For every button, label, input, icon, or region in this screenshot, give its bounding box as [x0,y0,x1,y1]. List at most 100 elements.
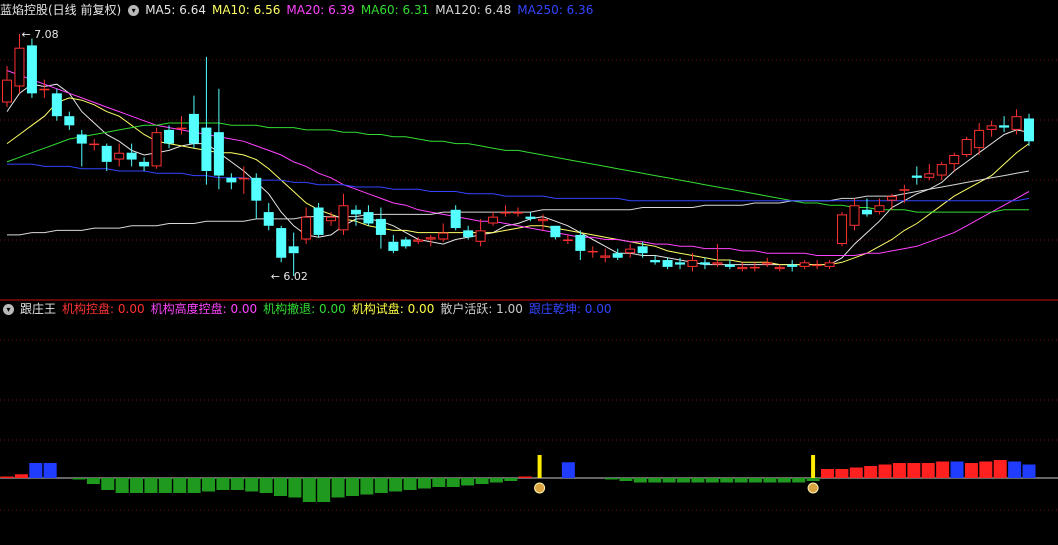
candle [924,164,935,181]
indicator-bar [777,478,791,483]
chevron-down-icon[interactable]: ▾ [128,4,140,16]
candle-body [14,47,25,87]
candle-body [326,216,337,222]
candle [39,79,50,98]
candle-body [587,250,598,253]
candlesticks [2,33,1034,277]
legend-item: MA250: 6.36 [517,3,594,17]
candle-body [425,237,436,240]
candle [612,248,623,261]
candle-body [537,218,548,222]
indicator-bar [878,464,892,478]
candle-body [799,262,810,267]
candle-body [849,205,860,226]
signal-markers [534,455,819,494]
candle [712,244,723,267]
candle [737,262,748,272]
chevron-down-icon[interactable]: ▾ [3,303,14,315]
candle [986,120,997,137]
main-header: 蓝焰控股(日线 前复权) ▾ MA5: 6.64 MA10: 6.56 MA20: … [0,1,605,19]
candle [824,260,835,270]
indicator-bar [1022,464,1036,478]
candle-body [276,228,287,258]
candle-body [637,246,648,254]
candle [425,234,436,247]
indicator-bar [648,478,662,483]
candle-body [139,161,150,167]
candle-body [188,113,199,144]
candle-body [949,155,960,165]
candle [562,234,573,245]
indicator-bar [619,478,633,481]
candle [662,257,673,270]
candle-body [438,232,449,240]
candle [774,264,785,272]
indicator-bar [691,478,705,483]
candle [488,212,499,226]
indicator-bar [288,478,302,498]
candle-body [226,177,237,183]
candle [76,129,87,167]
candle-body [76,134,87,144]
candle-body [575,234,586,251]
candle-body [64,116,75,126]
main-title: 蓝焰控股(日线 前复权) [0,3,122,17]
candle [936,161,947,181]
candle-body [288,246,299,254]
indicator-bar [835,469,849,478]
indicator-bar [331,478,345,498]
coin-icon [534,482,546,494]
candle-body [986,125,997,130]
candle [301,207,312,245]
candle-body [600,255,611,258]
candle [101,143,112,171]
candle-body [488,216,499,224]
indicator-bar [43,463,57,478]
indicator-bar [403,478,417,490]
indicator-bar [864,466,878,478]
candle-body [164,129,175,144]
candle [263,202,274,231]
candle [64,111,75,130]
indicator-bar [202,478,216,492]
candle [326,212,337,226]
candle [837,212,848,247]
candle-body [924,173,935,178]
candle-body [936,164,947,176]
candle-body [101,145,112,162]
ma-line-ma250 [7,163,1030,202]
candle [699,257,710,270]
candle-body [475,230,486,242]
candle [550,225,561,240]
candle-body [176,127,187,130]
candle [749,262,760,272]
indicator-bar [705,478,719,483]
legend-item: MA10: 6.56 [211,3,281,17]
candle-body [89,143,100,146]
legend-item: 散户活跃: 1.00 [440,302,523,316]
indicator-legend: 机构控盘: 0.00 机构高度控盘: 0.00 机构撤退: 0.00 机构试盘: 0.… [62,300,617,318]
indicator-bar [14,474,28,478]
legend-item: 机构撤退: 0.00 [263,302,346,316]
candle-body [625,248,636,254]
candle-body [675,262,686,265]
candle [911,166,922,185]
indicator-bar [518,476,532,478]
indicator-bar [993,460,1007,478]
candle-body [974,129,985,149]
candle-body [500,212,511,214]
indicator-bar [0,476,14,478]
candle [176,116,187,135]
legend-item: MA5: 6.64 [145,3,206,17]
legend-item: 机构试盘: 0.00 [351,302,435,316]
indicator-bar [677,478,691,483]
candle-body [774,266,785,270]
candle-body [375,218,386,235]
sub-header: ▾ 跟庄王 机构控盘: 0.00 机构高度控盘: 0.00 机构撤退: 0.00 机构… [0,300,623,318]
candle [886,193,897,210]
candle-body [812,264,823,267]
indicator-bar [662,478,676,483]
indicator-bar [230,478,244,490]
indicator-bar [187,478,201,493]
candle [313,202,324,238]
